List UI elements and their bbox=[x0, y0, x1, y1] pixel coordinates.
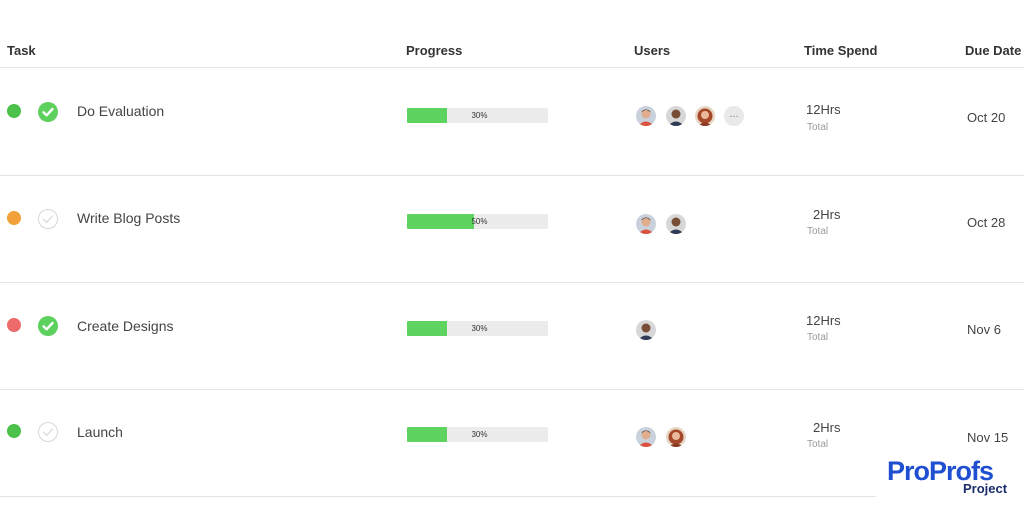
due-date[interactable]: Oct 28 bbox=[967, 215, 1005, 230]
time-spend-value: 12Hrs bbox=[806, 313, 841, 328]
status-dot bbox=[7, 104, 21, 118]
table-row[interactable]: Launch 30% 2Hrs Total Nov 15 bbox=[0, 390, 1024, 497]
progress-label: 30% bbox=[471, 111, 488, 120]
due-date[interactable]: Nov 15 bbox=[967, 430, 1008, 445]
time-spend-label: Total bbox=[807, 226, 829, 237]
progress-label: 50% bbox=[471, 217, 488, 226]
user-avatar[interactable] bbox=[695, 106, 715, 126]
time-spend-label: Total bbox=[807, 439, 829, 450]
progress-label: 30% bbox=[471, 324, 488, 333]
progress-bar: 30% bbox=[407, 427, 548, 442]
due-date[interactable]: Nov 6 bbox=[967, 322, 1001, 337]
logo-subtitle: Project bbox=[963, 481, 1008, 496]
due-date[interactable]: Oct 20 bbox=[967, 110, 1005, 125]
user-avatar[interactable] bbox=[666, 106, 686, 126]
task-name[interactable]: Create Designs bbox=[77, 318, 174, 334]
task-name[interactable]: Do Evaluation bbox=[77, 103, 164, 119]
column-header-due-date[interactable]: Due Date bbox=[965, 43, 1021, 58]
user-avatar[interactable] bbox=[666, 214, 686, 234]
time-spend-label: Total bbox=[807, 122, 829, 133]
status-dot bbox=[7, 424, 21, 438]
check-incomplete-icon[interactable] bbox=[38, 422, 58, 442]
table-header: Task Progress Users Time Spend Due Date bbox=[0, 0, 1024, 68]
user-avatar[interactable] bbox=[636, 106, 656, 126]
progress-bar: 30% bbox=[407, 108, 548, 123]
column-header-users[interactable]: Users bbox=[634, 43, 670, 58]
user-avatar[interactable] bbox=[666, 427, 686, 447]
time-spend-value: 2Hrs bbox=[813, 420, 841, 435]
check-incomplete-icon[interactable] bbox=[38, 209, 58, 229]
column-header-task[interactable]: Task bbox=[7, 43, 36, 58]
column-header-time-spend[interactable]: Time Spend bbox=[804, 43, 877, 58]
check-complete-icon[interactable] bbox=[38, 316, 58, 336]
status-dot bbox=[7, 211, 21, 225]
table-row[interactable]: Write Blog Posts 50% 2Hrs Total Oct 28 bbox=[0, 176, 1024, 283]
task-name[interactable]: Write Blog Posts bbox=[77, 210, 180, 226]
task-name[interactable]: Launch bbox=[77, 424, 123, 440]
time-spend-value: 12Hrs bbox=[806, 102, 841, 117]
more-users-button[interactable]: ... bbox=[724, 106, 744, 126]
progress-bar: 30% bbox=[407, 321, 548, 336]
check-complete-icon[interactable] bbox=[38, 102, 58, 122]
table-row[interactable]: Do Evaluation 30% ... 12Hrs Total Oct 20 bbox=[0, 69, 1024, 176]
user-avatar[interactable] bbox=[636, 320, 656, 340]
progress-label: 30% bbox=[471, 430, 488, 439]
status-dot bbox=[7, 318, 21, 332]
user-avatar[interactable] bbox=[636, 214, 656, 234]
user-avatar[interactable] bbox=[636, 427, 656, 447]
time-spend-value: 2Hrs bbox=[813, 207, 841, 222]
time-spend-label: Total bbox=[807, 332, 829, 343]
proprofs-project-logo: ProProfs Project bbox=[876, 454, 1024, 506]
column-header-progress[interactable]: Progress bbox=[406, 43, 462, 58]
table-row[interactable]: Create Designs 30% 12Hrs Total Nov 6 bbox=[0, 283, 1024, 390]
progress-bar: 50% bbox=[407, 214, 548, 229]
